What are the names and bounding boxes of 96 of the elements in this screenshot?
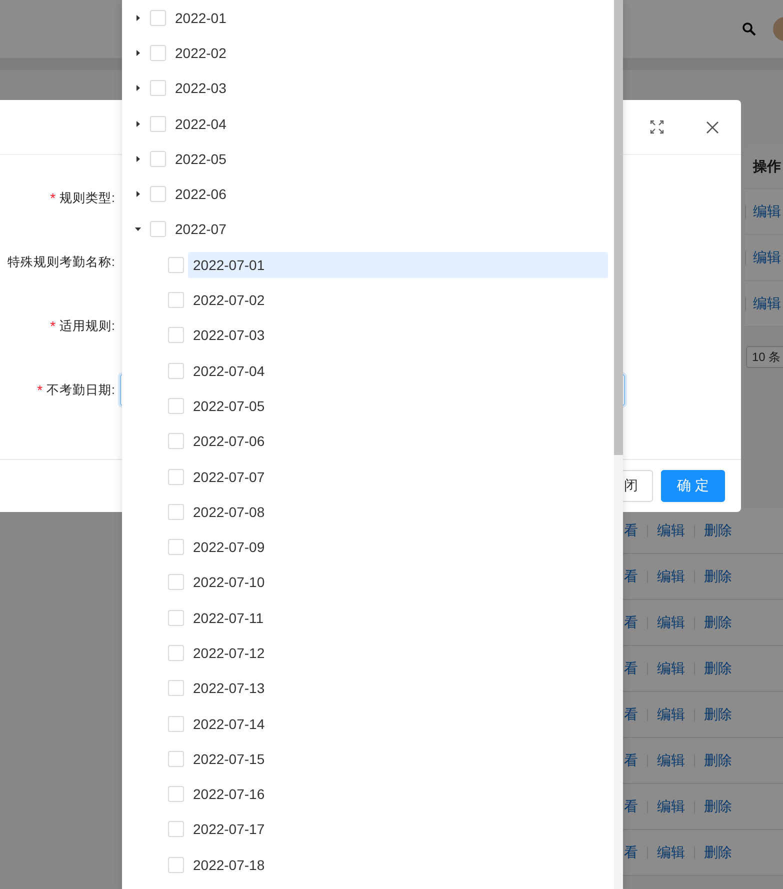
tree-item[interactable]: 2022-06 xyxy=(170,181,608,208)
tree-item[interactable]: 2022-07-12 xyxy=(188,640,608,666)
edit-link[interactable]: 编辑 xyxy=(657,798,685,816)
checkbox[interactable] xyxy=(168,327,184,344)
tree-item[interactable]: 2022-07-09 xyxy=(188,534,608,560)
close-icon[interactable] xyxy=(706,120,719,134)
view-link[interactable]: 看 xyxy=(624,522,638,540)
checkbox[interactable] xyxy=(168,398,184,414)
edit-link[interactable]: 编辑 xyxy=(657,706,685,724)
required-mark: * xyxy=(37,382,43,398)
tree-item[interactable]: 2022-07-14 xyxy=(188,710,608,737)
edit-link[interactable]: 编辑 xyxy=(657,660,685,678)
tree-item[interactable]: 2022-07-17 xyxy=(188,816,608,842)
checkbox[interactable] xyxy=(168,716,184,732)
checkbox[interactable] xyxy=(150,10,166,26)
fullscreen-icon[interactable] xyxy=(650,120,664,134)
edit-link[interactable]: 编辑 xyxy=(657,752,685,770)
delete-link[interactable]: 删除 xyxy=(704,798,732,816)
checkbox[interactable] xyxy=(150,116,166,132)
delete-link[interactable]: 删除 xyxy=(704,660,732,678)
checkbox[interactable] xyxy=(168,786,184,802)
tree-item[interactable]: 2022-07-01 xyxy=(188,252,608,278)
tree-item[interactable]: 2022-07-13 xyxy=(188,675,608,702)
checkbox[interactable] xyxy=(150,44,166,61)
view-link[interactable]: 看 xyxy=(624,798,638,816)
view-link[interactable]: 看 xyxy=(624,568,638,586)
delete-link[interactable]: 删除 xyxy=(704,844,732,862)
caret-icon[interactable] xyxy=(135,191,141,198)
delete-link[interactable]: 删除 xyxy=(704,522,732,540)
tree-item[interactable]: 2022-07-16 xyxy=(188,781,608,808)
confirm-button[interactable]: 确 定 xyxy=(661,470,725,502)
checkbox[interactable] xyxy=(168,680,184,696)
tree-item[interactable]: 2022-03 xyxy=(170,75,608,102)
tree-item[interactable]: 2022-05 xyxy=(170,146,608,172)
field-label: 特殊规则考勤名称: xyxy=(8,254,115,270)
edit-link[interactable]: 编辑 xyxy=(657,844,685,862)
checkbox[interactable] xyxy=(168,856,184,873)
tree-item[interactable]: 2022-04 xyxy=(170,110,608,137)
field-label: 适用规则: xyxy=(60,318,115,334)
required-mark: * xyxy=(50,318,56,334)
required-mark: * xyxy=(50,190,56,206)
search-icon[interactable] xyxy=(742,22,756,36)
tree-item[interactable]: 2022-07-05 xyxy=(188,392,608,419)
caret-icon[interactable] xyxy=(135,85,141,92)
tree-item[interactable]: 2022-07-11 xyxy=(188,604,608,631)
view-link[interactable]: 看 xyxy=(624,706,638,724)
tree-item[interactable]: 2022-01 xyxy=(170,4,608,31)
caret-icon[interactable] xyxy=(135,50,141,56)
caret-icon[interactable] xyxy=(135,226,141,232)
view-link[interactable]: 看 xyxy=(624,752,638,770)
edit-link[interactable]: 编辑 xyxy=(753,294,781,312)
checkbox[interactable] xyxy=(168,644,184,661)
tree-item[interactable]: 2022-07 xyxy=(170,216,608,242)
edit-link[interactable]: 编辑 xyxy=(753,248,781,266)
edit-link[interactable]: 编辑 xyxy=(657,522,685,540)
caret-icon[interactable] xyxy=(135,156,141,162)
checkbox[interactable] xyxy=(168,256,184,273)
tree-item[interactable]: 2022-07-18 xyxy=(188,852,608,878)
checkbox[interactable] xyxy=(168,433,184,450)
checkbox[interactable] xyxy=(168,292,184,308)
delete-link[interactable]: 删除 xyxy=(704,568,732,586)
tree-item[interactable]: 2022-07-03 xyxy=(188,322,608,348)
tree-item[interactable]: 2022-07-06 xyxy=(188,428,608,454)
checkbox[interactable] xyxy=(168,362,184,379)
delete-link[interactable]: 删除 xyxy=(704,614,732,632)
field-label: 不考勤日期: xyxy=(46,382,115,398)
column-header: 操作 xyxy=(753,158,781,176)
tree-item[interactable]: 2022-02 xyxy=(170,40,608,66)
checkbox[interactable] xyxy=(168,821,184,838)
checkbox[interactable] xyxy=(150,186,166,202)
edit-link[interactable]: 编辑 xyxy=(657,568,685,586)
checkbox[interactable] xyxy=(150,221,166,238)
caret-icon[interactable] xyxy=(135,14,141,21)
view-link[interactable]: 看 xyxy=(624,614,638,632)
edit-link[interactable]: 编辑 xyxy=(657,614,685,632)
checkbox[interactable] xyxy=(168,750,184,767)
checkbox[interactable] xyxy=(168,574,184,590)
checkbox[interactable] xyxy=(168,468,184,484)
view-link[interactable]: 看 xyxy=(624,660,638,678)
delete-link[interactable]: 删除 xyxy=(704,752,732,770)
caret-icon[interactable] xyxy=(135,120,141,127)
scrollbar-thumb[interactable] xyxy=(614,0,623,455)
view-link[interactable]: 看 xyxy=(624,844,638,862)
tree-item[interactable]: 2022-07-10 xyxy=(188,569,608,596)
delete-link[interactable]: 删除 xyxy=(704,706,732,724)
edit-link[interactable]: 编辑 xyxy=(753,202,781,220)
page-size-select[interactable]: 10 条 xyxy=(746,346,783,368)
checkbox[interactable] xyxy=(168,539,184,556)
checkbox[interactable] xyxy=(150,150,166,167)
tree-item[interactable]: 2022-07-15 xyxy=(188,746,608,772)
checkbox[interactable] xyxy=(150,80,166,96)
tree-item[interactable]: 2022-07-02 xyxy=(188,287,608,314)
tree-item[interactable]: 2022-07-04 xyxy=(188,358,608,384)
checkbox[interactable] xyxy=(168,504,184,520)
field-label: 规则类型: xyxy=(60,190,115,206)
checkbox[interactable] xyxy=(168,610,184,626)
